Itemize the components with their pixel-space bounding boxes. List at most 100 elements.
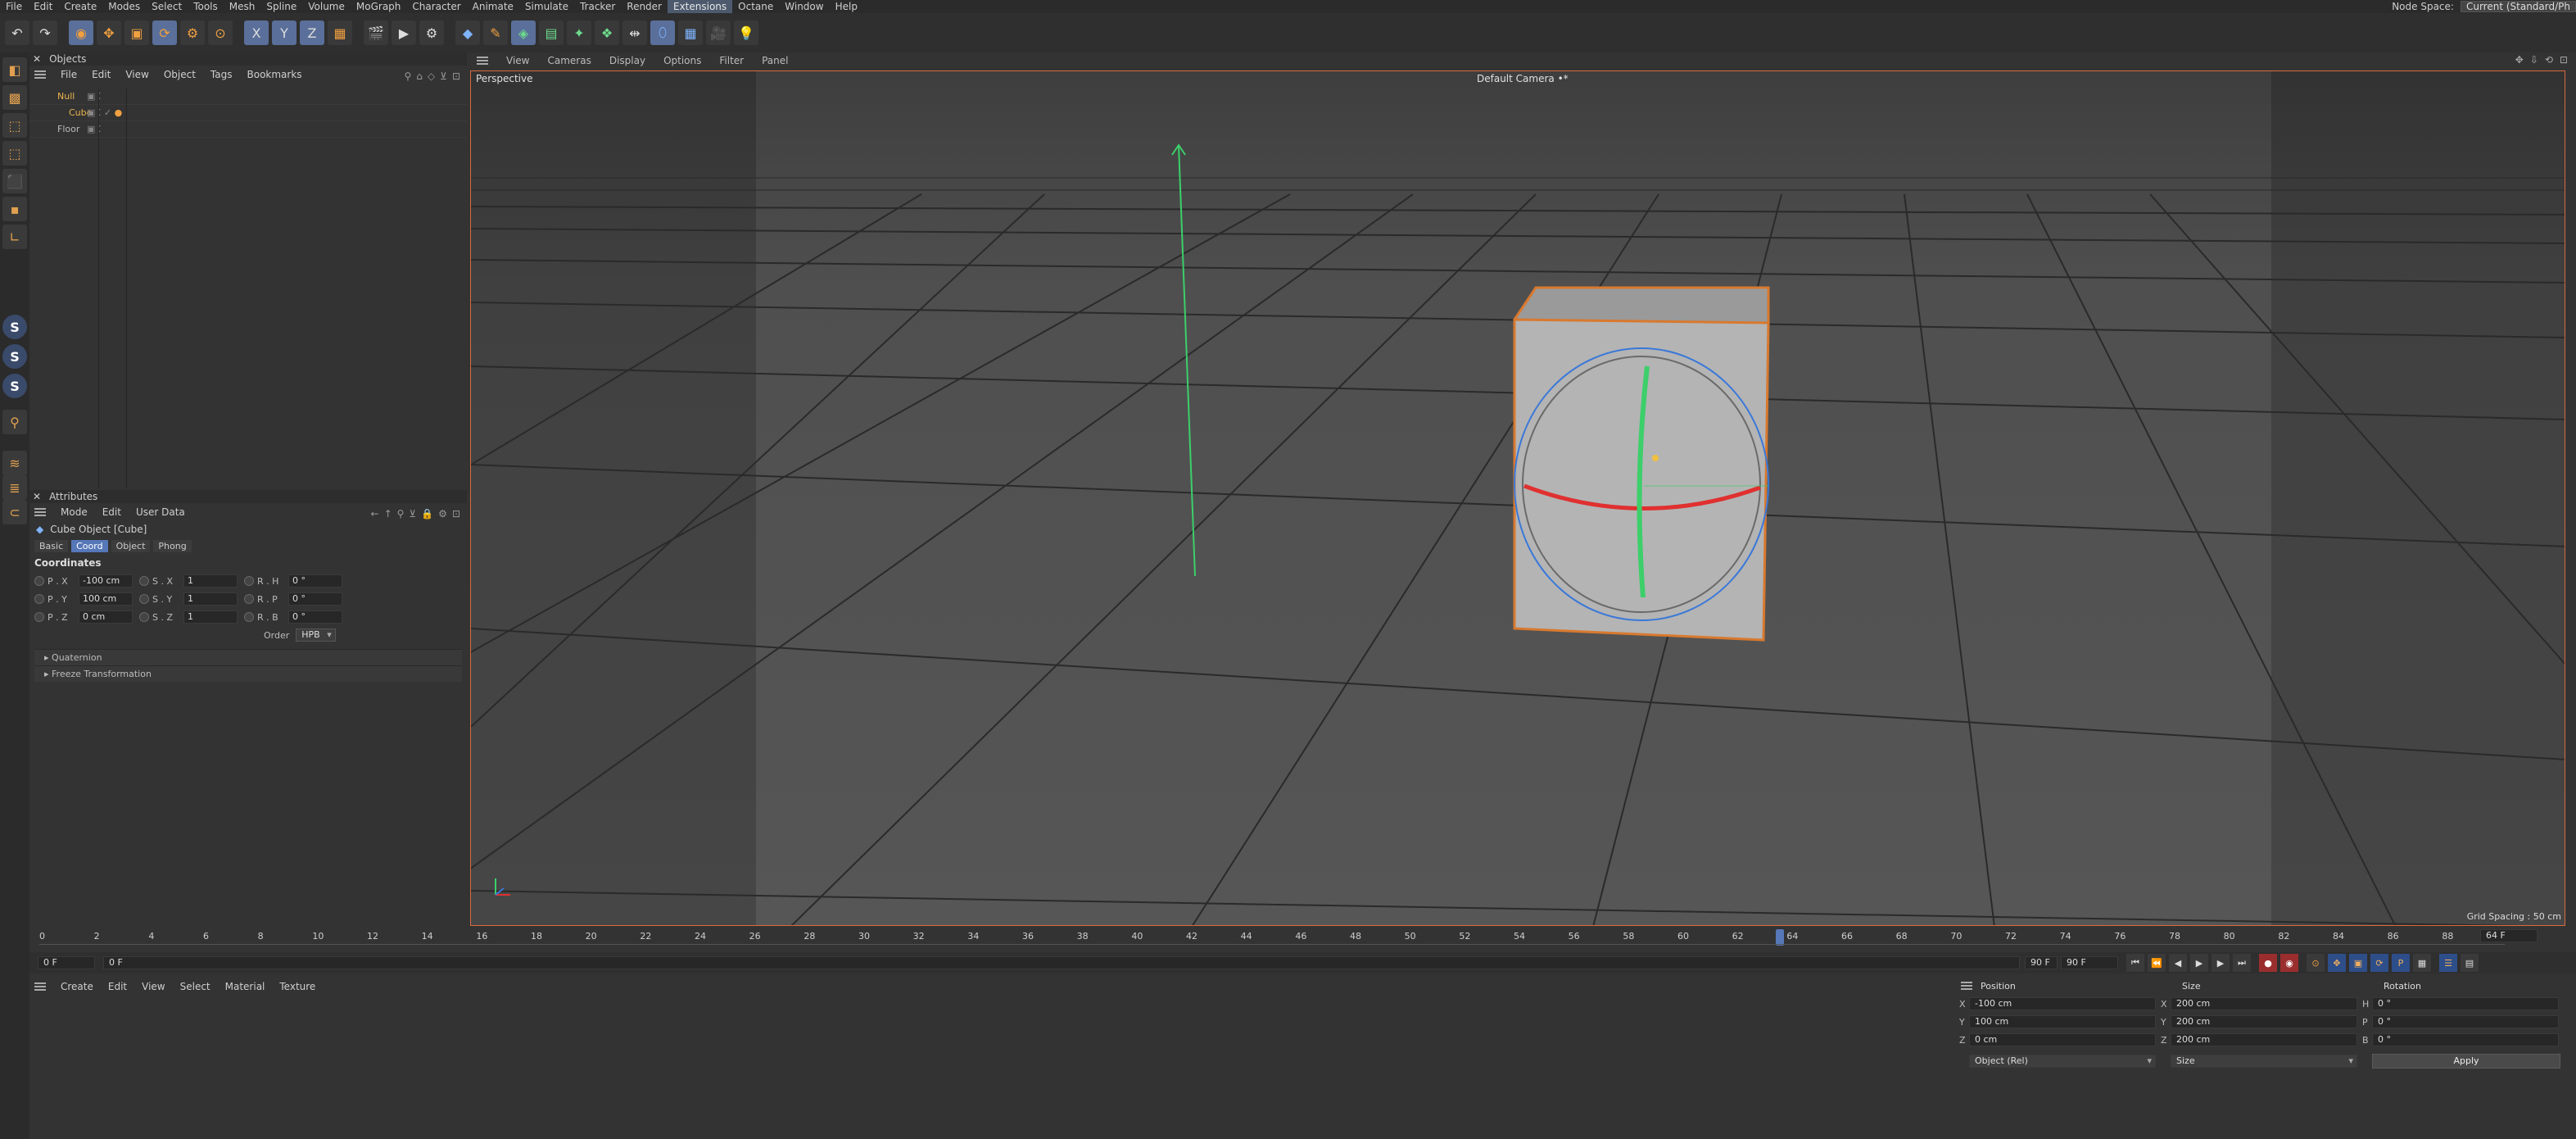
param-key-icon[interactable]: P [2392, 954, 2410, 972]
scheme-icon[interactable]: ☰ [2439, 954, 2457, 972]
redo-icon[interactable]: ↷ [33, 20, 57, 45]
extrude-icon[interactable]: ▤ [539, 20, 564, 45]
animate-dot-icon[interactable] [34, 594, 44, 604]
coord-value-input[interactable]: 0 cm [79, 610, 133, 624]
material-menu-view[interactable]: View [142, 981, 165, 992]
column-divider[interactable] [98, 88, 99, 488]
menu-render[interactable]: Render [621, 0, 668, 13]
animate-dot-icon[interactable] [244, 576, 254, 586]
mode-model-icon[interactable]: ◧ [2, 57, 27, 82]
tab-object[interactable]: Object [111, 539, 151, 552]
object-row-null[interactable]: Null ▣ ⁚ [29, 88, 467, 105]
filter-icon[interactable]: ⊻ [440, 70, 447, 82]
visibility-dots[interactable]: ▣ ⁚ [87, 124, 120, 134]
coord-value-input[interactable]: 1 [183, 592, 238, 606]
menu-simulate[interactable]: Simulate [519, 0, 574, 13]
deformer-icon[interactable]: ⇹ [622, 20, 647, 45]
end-frame-field[interactable]: 90 F [2025, 956, 2058, 969]
menu-icon[interactable] [477, 57, 488, 65]
goto-end-icon[interactable]: ⏭ [2233, 954, 2251, 972]
max-frame-field[interactable]: 90 F [2061, 956, 2118, 969]
pan-icon[interactable]: ✥ [2515, 54, 2524, 66]
objects-menu-view[interactable]: View [125, 69, 148, 80]
z-axis-lock-icon[interactable]: Z [300, 20, 324, 45]
attributes-menu-user-data[interactable]: User Data [136, 506, 185, 518]
viewport-menu-options[interactable]: Options [663, 55, 701, 66]
viewport-menu-view[interactable]: View [506, 55, 529, 66]
orbit-icon[interactable]: ⟲ [2545, 54, 2553, 66]
menu-icon[interactable] [34, 70, 46, 79]
coordinate-system-icon[interactable]: ▦ [328, 20, 352, 45]
menu-extensions[interactable]: Extensions [668, 0, 733, 13]
size-mode-select[interactable]: Size [2171, 1055, 2357, 1068]
camera-icon[interactable]: 🎥 [706, 20, 731, 45]
record-icon[interactable]: ● [2259, 954, 2277, 972]
render-picture-viewer-icon[interactable]: ▶ [392, 20, 416, 45]
preview-range-field[interactable]: 0 F [103, 956, 2020, 969]
menu-character[interactable]: Character [406, 0, 466, 13]
undo-icon[interactable]: ↶ [5, 20, 29, 45]
timeline-track[interactable] [39, 944, 2505, 951]
scale-key-icon[interactable]: ▣ [2349, 954, 2367, 972]
animate-dot-icon[interactable] [139, 612, 149, 622]
cube-top[interactable] [1514, 288, 1768, 323]
magnet-icon[interactable]: ⚲ [2, 410, 27, 434]
search-icon[interactable]: ⚲ [397, 508, 405, 520]
menu-select[interactable]: Select [146, 0, 188, 13]
menu-window[interactable]: Window [779, 0, 829, 13]
object-name[interactable]: Null [29, 91, 87, 102]
order-select[interactable]: HPB [296, 628, 336, 642]
animate-dot-icon[interactable] [34, 576, 44, 586]
scale-icon[interactable]: ▣ [124, 20, 149, 45]
objects-menu-tags[interactable]: Tags [211, 69, 233, 80]
visibility-dots[interactable]: ▣ ⁚ [87, 91, 120, 102]
attributes-menu-mode[interactable]: Mode [61, 506, 88, 518]
goto-start-icon[interactable]: ⏮ [2126, 954, 2144, 972]
animate-dot-icon[interactable] [139, 576, 149, 586]
new-window-icon[interactable]: ⊡ [452, 70, 460, 82]
rotation-input[interactable]: 0 ° [2372, 1033, 2559, 1046]
timeline-window-icon[interactable]: ▤ [2461, 954, 2479, 972]
quaternion-section[interactable]: ▸ Quaternion [34, 649, 462, 665]
menu-tracker[interactable]: Tracker [574, 0, 621, 13]
menu-spline[interactable]: Spline [260, 0, 302, 13]
gizmo-center[interactable] [1652, 455, 1659, 461]
prev-frame-icon[interactable]: ◀ [2169, 954, 2187, 972]
object-row-cube[interactable]: Cube ▣ ⁚ ✓ ● [29, 105, 467, 121]
settings-icon[interactable]: ⚙ [438, 508, 447, 520]
dolly-icon[interactable]: ⇩ [2530, 54, 2538, 66]
recent-tools-icon[interactable]: ⚙ [180, 20, 205, 45]
pla-key-icon[interactable]: ▦ [2413, 954, 2431, 972]
objects-menu-edit[interactable]: Edit [92, 69, 111, 80]
material-menu-texture[interactable]: Texture [279, 981, 315, 992]
attributes-menu-edit[interactable]: Edit [102, 506, 121, 518]
menu-help[interactable]: Help [830, 0, 863, 13]
material-menu-select[interactable]: Select [180, 981, 211, 992]
y-axis-lock-icon[interactable]: Y [272, 20, 297, 45]
menu-create[interactable]: Create [58, 0, 102, 13]
viewport[interactable]: Perspective Default Camera •* Grid Spaci… [470, 70, 2565, 926]
close-icon[interactable]: ✕ [33, 53, 41, 65]
size-input[interactable]: 200 cm [2171, 1033, 2357, 1046]
material-menu-create[interactable]: Create [61, 981, 93, 992]
rotation-input[interactable]: 0 ° [2372, 1015, 2559, 1028]
cloner-icon[interactable]: ✦ [567, 20, 591, 45]
tab-coord[interactable]: Coord [71, 539, 108, 552]
apply-button[interactable]: Apply [2372, 1054, 2560, 1069]
maximize-icon[interactable]: ⊡ [2560, 54, 2568, 66]
material-menu-material[interactable]: Material [225, 981, 265, 992]
render-settings-icon[interactable]: ⚙ [419, 20, 444, 45]
keyframe-selection-icon[interactable]: ⊙ [2307, 954, 2325, 972]
autokey-icon[interactable]: ◉ [2280, 954, 2298, 972]
timeline-ruler[interactable]: 0 2 4 6 8 10 12 14 16 18 20 22 24 26 28 30 32 34 36 38 40 42 4… [29, 929, 2511, 946]
animate-dot-icon[interactable] [244, 594, 254, 604]
rotate-icon[interactable]: ⟳ [152, 20, 177, 45]
new-window-icon[interactable]: ⊡ [452, 508, 460, 520]
field-icon[interactable]: ⬯ [650, 20, 675, 45]
menu-mograph[interactable]: MoGraph [351, 0, 407, 13]
next-frame-icon[interactable]: ▶ [2212, 954, 2230, 972]
light-icon[interactable]: 💡 [734, 20, 758, 45]
rotation-input[interactable]: 0 ° [2372, 997, 2559, 1010]
tag-icon[interactable]: ● [115, 107, 123, 118]
viewport-menu-panel[interactable]: Panel [762, 55, 788, 66]
